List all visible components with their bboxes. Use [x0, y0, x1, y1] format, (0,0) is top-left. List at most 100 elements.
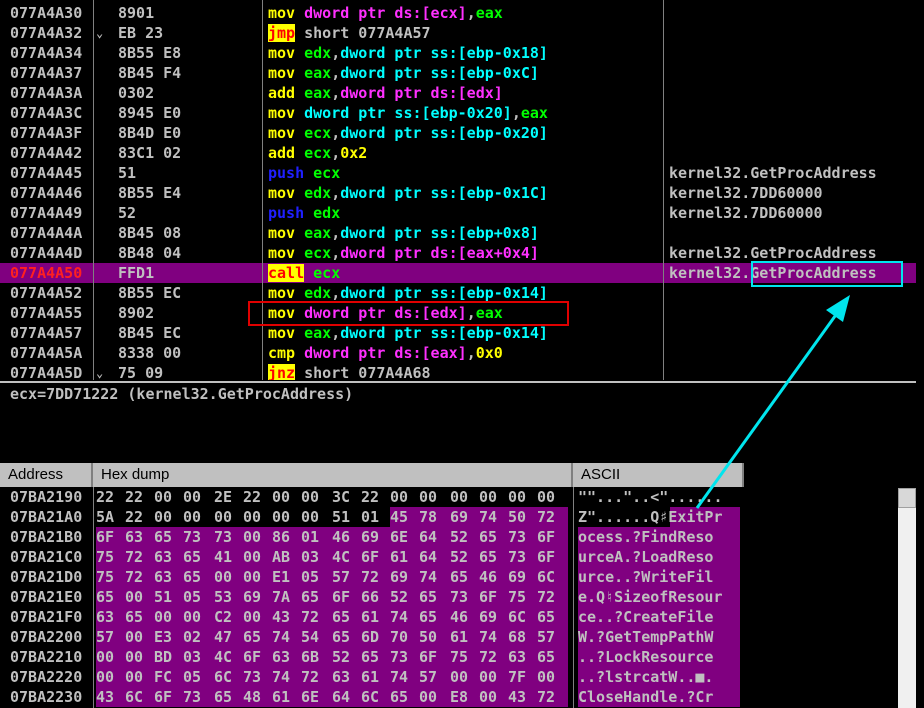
- disassembly-pane[interactable]: 077A4A30 8901 mov dword ptr ds:[ecx],eax 07…: [0, 0, 916, 380]
- instruction-token: ecx: [304, 144, 332, 162]
- row-opcode: 51: [118, 164, 137, 182]
- dump-byte: 65: [479, 547, 508, 567]
- dump-byte: 86: [272, 527, 301, 547]
- dump-address: 07BA21F0: [10, 608, 83, 626]
- dump-byte: 3C: [332, 488, 351, 506]
- disasm-row[interactable]: 077A4A3C 8945 E0 mov dword ptr ss:[ebp-0x2…: [0, 103, 916, 123]
- dump-byte: 22: [243, 488, 262, 506]
- row-opcode: 8B48 04: [118, 244, 182, 262]
- dump-byte: 5A: [96, 508, 115, 526]
- instruction-token: jnz: [268, 364, 296, 380]
- dump-bytes: 22 22 00 00 2E 22 00 00 3C 22 00 00 00 00 00 00: [96, 487, 568, 507]
- dump-byte: 7A: [272, 587, 301, 607]
- instruction-token: mov: [268, 104, 305, 122]
- dump-rows[interactable]: 07BA2190 22 22 00 00 2E 22 00 00 3C 22 00 00 00 00 00 00…: [0, 487, 744, 708]
- row-address: 077A4A34: [10, 44, 83, 62]
- instruction-token: ,: [331, 224, 341, 242]
- dump-bytes: 63 65 00 00 C2 00 43 72 65 61 74 65 46 69 6C 65: [96, 607, 568, 627]
- row-opcode: 0302: [118, 84, 155, 102]
- dump-byte: 65: [450, 567, 479, 587]
- dump-byte: 6F: [154, 687, 183, 707]
- dump-byte: 74: [272, 627, 301, 647]
- dump-byte: 22: [125, 508, 144, 526]
- disasm-row[interactable]: 077A4A42 83C1 02 add ecx,0x2: [0, 143, 916, 163]
- disasm-row[interactable]: 077A4A4A 8B45 08 mov eax,dword ptr ss:[ebp…: [0, 223, 916, 243]
- dump-byte: 46: [450, 607, 479, 627]
- disasm-row[interactable]: 077A4A46 8B55 E4 mov edx,dword ptr ss:[ebp…: [0, 183, 916, 203]
- dump-row[interactable]: 07BA21F0 63 65 00 00 C2 00 43 72 65 61 74 65 46 69 6C 65…: [0, 607, 740, 627]
- dump-byte: 64: [332, 687, 361, 707]
- row-opcode: 8945 E0: [118, 104, 182, 122]
- dump-byte: 51: [332, 508, 351, 526]
- row-opcode: FFD1: [118, 264, 155, 282]
- disasm-row[interactable]: 077A4A55 8902 mov dword ptr ds:[edx],eax: [0, 303, 916, 323]
- dump-byte: 00: [479, 667, 508, 687]
- disasm-row[interactable]: 077A4A49 52 push edx kernel32.7DD60000: [0, 203, 916, 223]
- dump-byte: 65: [214, 687, 243, 707]
- column-header-ascii[interactable]: ASCII: [573, 463, 744, 487]
- column-header-hex[interactable]: Hex dump: [93, 463, 573, 487]
- disasm-row[interactable]: 077A4A32 ⌄ EB 23 jmp short 077A4A57: [0, 23, 916, 43]
- disasm-row[interactable]: 077A4A5D ⌄ 75 09 jnz short 077A4A68: [0, 363, 916, 380]
- dump-address: 07BA2210: [10, 648, 83, 666]
- dump-ascii: ocess.?FindReso: [578, 527, 740, 547]
- row-address: 077A4A3C: [10, 104, 83, 122]
- disasm-row[interactable]: 077A4A57 8B45 EC mov eax,dword ptr ss:[ebp…: [0, 323, 916, 343]
- scroll-thumb[interactable]: [898, 488, 916, 508]
- dump-row[interactable]: 07BA21A0 5A 22 00 00 00 00 00 00 51 01 45 78 69 74 50 72…: [0, 507, 740, 527]
- dump-row[interactable]: 07BA21B0 6F 63 65 73 73 00 86 01 46 69 6E 64 52 65 73 6F…: [0, 527, 740, 547]
- dump-byte: 00: [272, 488, 291, 506]
- dump-byte: 69: [508, 567, 537, 587]
- dump-row[interactable]: 07BA2230 43 6C 6F 73 65 48 61 6E 64 6C 65 00 E8 00 43 72…: [0, 687, 740, 707]
- dump-byte: 65: [332, 627, 361, 647]
- dump-row[interactable]: 07BA2210 00 00 BD 03 4C 6F 63 6B 52 65 73 6F 75 72 63 65…: [0, 647, 740, 667]
- column-header-address[interactable]: Address: [0, 463, 93, 487]
- disasm-row[interactable]: 077A4A3A 0302 add eax,dword ptr ds:[edx]: [0, 83, 916, 103]
- dump-byte: 72: [537, 507, 568, 527]
- dump-ascii: urce..?WriteFil: [578, 567, 740, 587]
- dump-byte: 03: [183, 647, 214, 667]
- instruction-token: short 077A4A57: [295, 24, 431, 42]
- disasm-row[interactable]: 077A4A5A 8338 00 cmp dword ptr ds:[eax],0x…: [0, 343, 916, 363]
- dump-byte: 65: [537, 607, 568, 627]
- disasm-row[interactable]: 077A4A4D 8B48 04 mov ecx,dword ptr ds:[eax…: [0, 243, 916, 263]
- dump-row[interactable]: 07BA2220 00 00 FC 05 6C 73 74 72 63 61 74 57 00 00 7F 00…: [0, 667, 740, 687]
- dump-byte: 4C: [332, 547, 361, 567]
- row-address: 077A4A5A: [10, 344, 83, 362]
- disasm-row[interactable]: 077A4A45 51 push ecx kernel32.GetProcAddres…: [0, 163, 916, 183]
- instruction-token: ,: [331, 284, 341, 302]
- dump-scrollbar[interactable]: [898, 488, 916, 708]
- disasm-row[interactable]: 077A4A3F 8B4D E0 mov ecx,dword ptr ss:[ebp…: [0, 123, 916, 143]
- dump-byte: 01: [361, 508, 380, 526]
- dump-byte: 6C: [508, 607, 537, 627]
- dump-byte: 6F: [419, 647, 450, 667]
- disasm-row[interactable]: 077A4A37 8B45 F4 mov eax,dword ptr ss:[ebp…: [0, 63, 916, 83]
- disasm-row[interactable]: 077A4A30 8901 mov dword ptr ds:[ecx],eax: [0, 3, 916, 23]
- dump-byte: 00: [125, 647, 154, 667]
- instruction-token: dword ptr ds:[edx]: [340, 84, 503, 102]
- disasm-row[interactable]: 077A4A52 8B55 EC mov edx,dword ptr ss:[ebp…: [0, 283, 916, 303]
- row-comment: kernel32.GetProcAddress: [669, 244, 877, 262]
- dump-byte: 7F: [508, 667, 537, 687]
- row-address: 077A4A57: [10, 324, 83, 342]
- row-address: 077A4A46: [10, 184, 83, 202]
- dump-bytes: 65 00 51 05 53 69 7A 65 6F 66 52 65 73 6F 75 72: [96, 587, 568, 607]
- dump-byte: 01: [301, 527, 332, 547]
- dump-row[interactable]: 07BA2190 22 22 00 00 2E 22 00 00 3C 22 00 00 00 00 00 00…: [0, 487, 740, 507]
- row-address: 077A4A42: [10, 144, 83, 162]
- row-comment: kernel32.7DD60000: [669, 204, 823, 222]
- divider: [573, 487, 574, 708]
- dump-row[interactable]: 07BA21C0 75 72 63 65 41 00 AB 03 4C 6F 61 64 52 65 73 6F…: [0, 547, 740, 567]
- dump-row[interactable]: 07BA21E0 65 00 51 05 53 69 7A 65 6F 66 52 65 73 6F 75 72…: [0, 587, 740, 607]
- hex-dump-pane[interactable]: Address Hex dump ASCII 07BA2190 22 22 00 00 2…: [0, 463, 924, 708]
- disasm-row[interactable]: 077A4A50 FFD1 call ecx kernel32.GetProcAddr…: [0, 263, 916, 283]
- dump-byte: 73: [450, 587, 479, 607]
- disasm-row[interactable]: 077A4A34 8B55 E8 mov edx,dword ptr ss:[ebp…: [0, 43, 916, 63]
- instruction-token: mov: [268, 4, 305, 22]
- dump-row[interactable]: 07BA21D0 75 72 63 65 00 00 E1 05 57 72 69 74 65 46 69 6C…: [0, 567, 740, 587]
- instruction-token: dword ptr ds:[eax+0x4]: [340, 244, 539, 262]
- dump-byte: 75: [96, 567, 125, 587]
- info-pane: ecx=7DD71222 (kernel32.GetProcAddress): [0, 381, 916, 463]
- dump-row[interactable]: 07BA2200 57 00 E3 02 47 65 74 54 65 6D 70 50 61 74 68 57…: [0, 627, 740, 647]
- instruction-token: mov: [268, 284, 305, 302]
